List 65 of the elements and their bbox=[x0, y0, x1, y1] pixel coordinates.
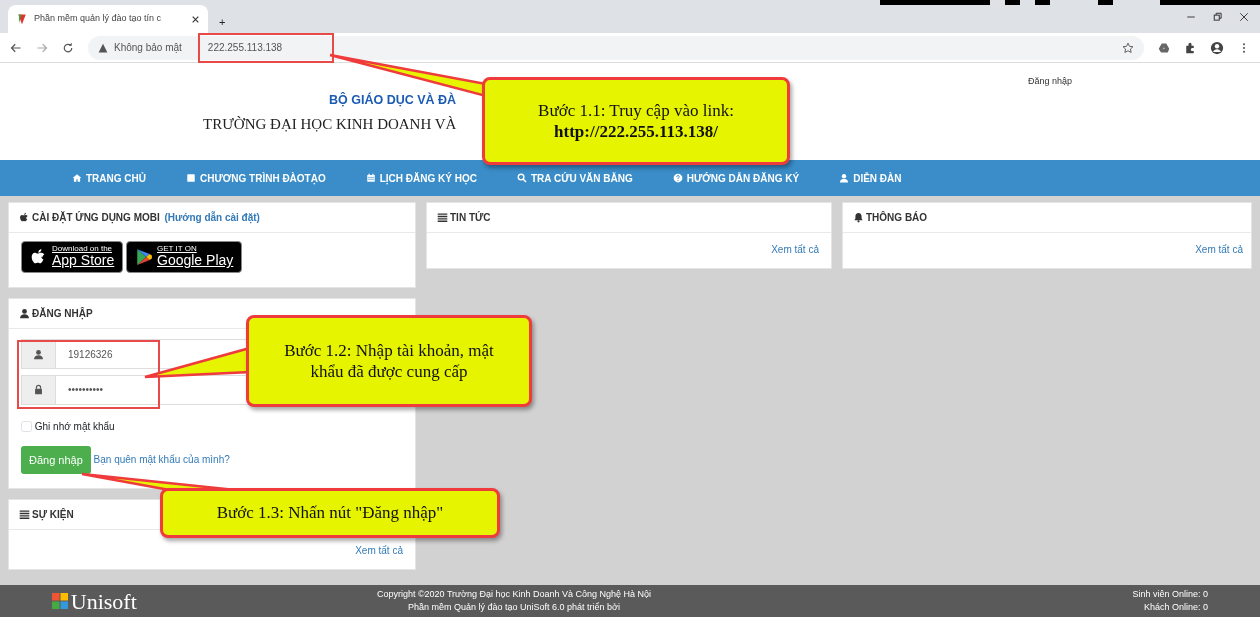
nav-item[interactable]: TRANG CHỦ bbox=[72, 170, 146, 186]
university-name: TRƯỜNG ĐẠI HỌC KINH DOANH VÀ bbox=[203, 114, 457, 134]
checkbox-label: Ghi nhớ mật khẩu bbox=[34, 419, 115, 434]
calendar-icon bbox=[365, 173, 376, 183]
warning-icon bbox=[98, 42, 108, 53]
copyright-text: Copyright ©2020 Trường Đại học Kinh Doanh Và Công Nghệ Hà Nội bbox=[376, 587, 652, 601]
redaction-bar bbox=[1035, 0, 1050, 5]
forgot-password-link[interactable]: Bạn quên mật khẩu của mình? bbox=[93, 452, 230, 468]
guests-online-count: Khách Online: 0 bbox=[1143, 601, 1208, 614]
developer-text: Phần mềm Quản lý đào tạo UniSoft 6.0 phát triển bởi bbox=[408, 601, 620, 614]
book-icon bbox=[186, 173, 196, 183]
panel-title: TIN TỨC bbox=[450, 210, 491, 225]
play-icon bbox=[135, 248, 153, 266]
address-bar[interactable]: Không bảo mật 222.255.113.138 bbox=[88, 35, 1144, 60]
nav-item[interactable]: LỊCH ĐĂNG KÝ HỌC bbox=[365, 170, 477, 186]
list-icon bbox=[19, 509, 30, 520]
panel-title: THÔNG BÁO bbox=[866, 210, 928, 225]
restore-icon[interactable] bbox=[1212, 11, 1223, 22]
store-badge[interactable]: Download on the App Store bbox=[21, 241, 124, 273]
login-button[interactable]: Đăng nhập bbox=[21, 445, 91, 474]
browser-tab[interactable]: Phần mềm quản lý đào tạo tín c bbox=[8, 5, 208, 33]
user-icon bbox=[33, 348, 44, 360]
unisoft-logo: Unisoft bbox=[70, 587, 137, 616]
login-link[interactable]: Đăng nhập bbox=[1028, 75, 1073, 89]
list-icon bbox=[437, 212, 448, 223]
new-tab-button[interactable]: + bbox=[219, 13, 226, 31]
user-icon bbox=[19, 308, 30, 319]
lock-icon bbox=[33, 384, 44, 395]
remember-checkbox[interactable] bbox=[21, 420, 32, 432]
nav-item[interactable]: TRA CỨU VĂN BẰNG bbox=[516, 170, 633, 186]
user-icon bbox=[839, 173, 850, 183]
panel-title: CÀI ĐẶT ỨNG DỤNG MOBI bbox=[32, 210, 160, 225]
app-logo-icon bbox=[16, 13, 28, 25]
callout-box: Bước 1.2: Nhập tài khoản, mật khẩu đã được cung cấp bbox=[246, 315, 532, 407]
store-badge[interactable]: GET IT ON Google Play bbox=[126, 241, 243, 273]
callout-box: Bước 1.1: Truy cập vào link: http://222.255.113.138/ bbox=[482, 77, 790, 165]
guide-link[interactable]: (Hướng dẫn cài đặt) bbox=[164, 210, 260, 225]
panel-title: SỰ KIỆN bbox=[32, 507, 74, 522]
close-icon[interactable] bbox=[191, 14, 200, 24]
see-all-link[interactable]: Xem tất cả bbox=[355, 545, 403, 556]
puzzle-icon[interactable] bbox=[1184, 41, 1196, 54]
see-all-link[interactable]: Xem tất cả bbox=[771, 244, 819, 255]
redaction-bar bbox=[1098, 0, 1113, 5]
nav-item[interactable]: DIỄN ĐÀN bbox=[839, 170, 902, 186]
close-icon[interactable] bbox=[1239, 11, 1249, 22]
ministry-name: BỘ GIÁO DỤC VÀ ĐÀ bbox=[329, 91, 457, 109]
reload-icon[interactable] bbox=[62, 41, 74, 54]
unisoft-logo-icon bbox=[52, 593, 68, 609]
bell-icon bbox=[853, 212, 864, 223]
apple-icon bbox=[19, 212, 30, 223]
nav-item[interactable]: CHƯƠNG TRÌNH ĐÀOTẠO bbox=[186, 170, 326, 186]
account-icon[interactable] bbox=[1210, 40, 1224, 55]
drive-icon[interactable] bbox=[1158, 41, 1170, 54]
back-icon[interactable] bbox=[10, 41, 22, 54]
home-icon bbox=[72, 173, 82, 183]
question-icon bbox=[672, 173, 683, 183]
security-label: Không bảo mật bbox=[114, 41, 182, 55]
panel-title: ĐĂNG NHẬP bbox=[32, 306, 93, 321]
students-online-count: Sinh viên Online: 0 bbox=[1132, 587, 1208, 601]
search-icon bbox=[516, 173, 527, 183]
see-all-link[interactable]: Xem tất cả bbox=[1195, 244, 1243, 255]
redaction-bar bbox=[1005, 0, 1020, 5]
nav-item[interactable]: HƯỚNG DẪN ĐĂNG KÝ bbox=[672, 170, 800, 186]
star-icon[interactable] bbox=[1122, 42, 1134, 55]
url-text: 222.255.113.138 bbox=[207, 41, 283, 55]
